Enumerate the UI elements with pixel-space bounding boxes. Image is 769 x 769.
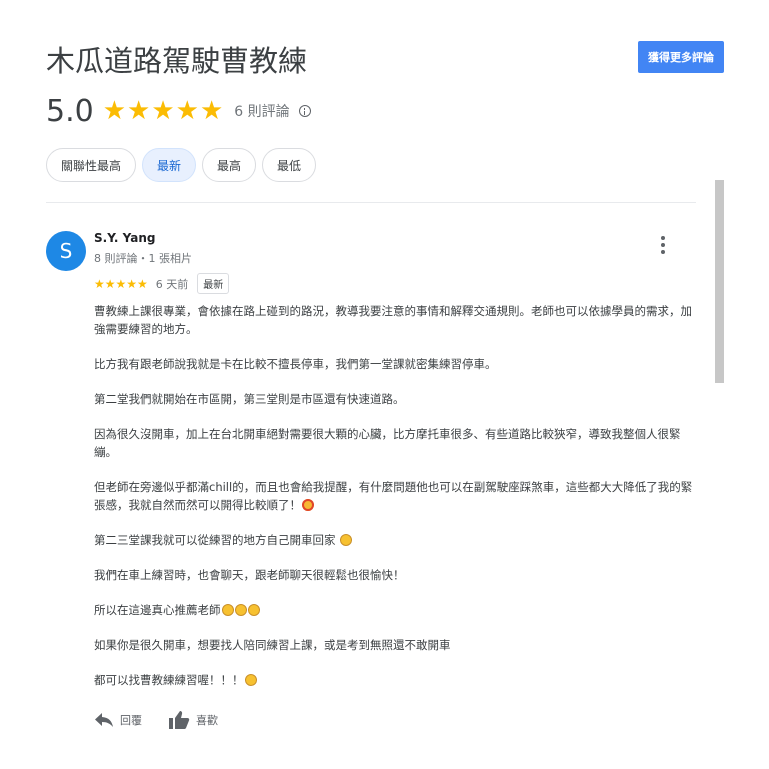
rating-summary: 5.0 ★★★★★ 6 則評論 [46, 92, 311, 130]
info-icon[interactable] [298, 105, 311, 117]
review-rating-row: ★★★★★ 6 天前 最新 [94, 273, 230, 294]
review-paragraph: 第二堂我們就開始在市區開，第三堂則是市區還有快速道路。 [94, 392, 405, 406]
thumbs-up-icon [169, 711, 190, 729]
sort-chip-most-relevant[interactable]: 關聯性最高 [46, 148, 137, 182]
heart-eyes-emoji-icon [302, 499, 314, 511]
new-badge: 最新 [197, 273, 230, 294]
reply-label: 回覆 [120, 714, 142, 727]
review-body: 曹教練上課很專業，會依據在路上碰到的路況，教導我要注意的事情和解釋交通規則。老師… [94, 302, 698, 706]
rating-stars: ★★★★★ [102, 96, 225, 126]
rating-score: 5.0 [46, 93, 94, 129]
review-stars: ★★★★★ [94, 276, 148, 291]
sort-chip-lowest[interactable]: 最低 [262, 148, 317, 182]
review-paragraph: 所以在這邊真心推薦老師 [94, 601, 698, 619]
sort-chip-highest[interactable]: 最高 [202, 148, 257, 182]
review-paragraph: 如果你是很久開車，想要找人陪同練習上課，或是考到無照還不敢開車 [94, 638, 451, 652]
like-label: 喜歡 [196, 714, 218, 727]
smile-emoji-icon [234, 604, 247, 616]
smile-emoji-icon [221, 604, 234, 616]
reply-arrow-icon [95, 713, 113, 727]
review-time: 6 天前 [155, 277, 189, 291]
rolling-laughing-emoji-icon [340, 534, 353, 546]
sort-options: 關聯性最高 最新 最高 最低 [46, 148, 322, 182]
review-actions: 回覆 喜歡 [94, 710, 244, 730]
review-count-link[interactable]: 6 則評論 [234, 101, 289, 121]
more-vert-icon[interactable] [654, 236, 672, 256]
review-paragraph: 都可以找曹教練練習喔！！！ [94, 671, 698, 689]
smile-emoji-icon [247, 604, 260, 616]
review-paragraph: 第二三堂課我就可以從練習的地方自己開車回家 [94, 531, 698, 549]
place-title: 木瓜道路駕駛曹教練 [46, 44, 308, 78]
review-author-name[interactable]: S.Y. Yang [94, 231, 155, 245]
get-more-reviews-button[interactable]: 獲得更多評論 [638, 41, 724, 73]
review-paragraph: 但老師在旁邊似乎都滿chill的，而且也會給我提醒，有什麼問題他也可以在副駕駛座… [94, 480, 693, 512]
like-button[interactable]: 喜歡 [168, 710, 218, 730]
review-paragraph: 比方我有跟老師說我就是卡在比較不擅長停車，我們第一堂課就密集練習停車。 [94, 357, 497, 371]
review-paragraph: 我們在車上練習時，也會聊天，跟老師聊天很輕鬆也很愉快！ [94, 568, 405, 582]
divider [46, 202, 696, 203]
scrollbar-thumb[interactable] [715, 180, 724, 383]
reply-button[interactable]: 回覆 [94, 712, 142, 728]
review-paragraph: 因為很久沒開車，加上在台北開車絕對需要很大顆的心臟，比方摩托車很多、有些道路比較… [94, 427, 681, 459]
avatar[interactable]: S [46, 231, 86, 271]
sort-chip-newest[interactable]: 最新 [142, 148, 197, 182]
review-paragraph: 曹教練上課很專業，會依據在路上碰到的路況，教導我要注意的事情和解釋交通規則。老師… [94, 304, 692, 336]
review-author-meta: 8 則評論・1 張相片 [94, 252, 192, 265]
grin-emoji-icon [244, 674, 257, 686]
